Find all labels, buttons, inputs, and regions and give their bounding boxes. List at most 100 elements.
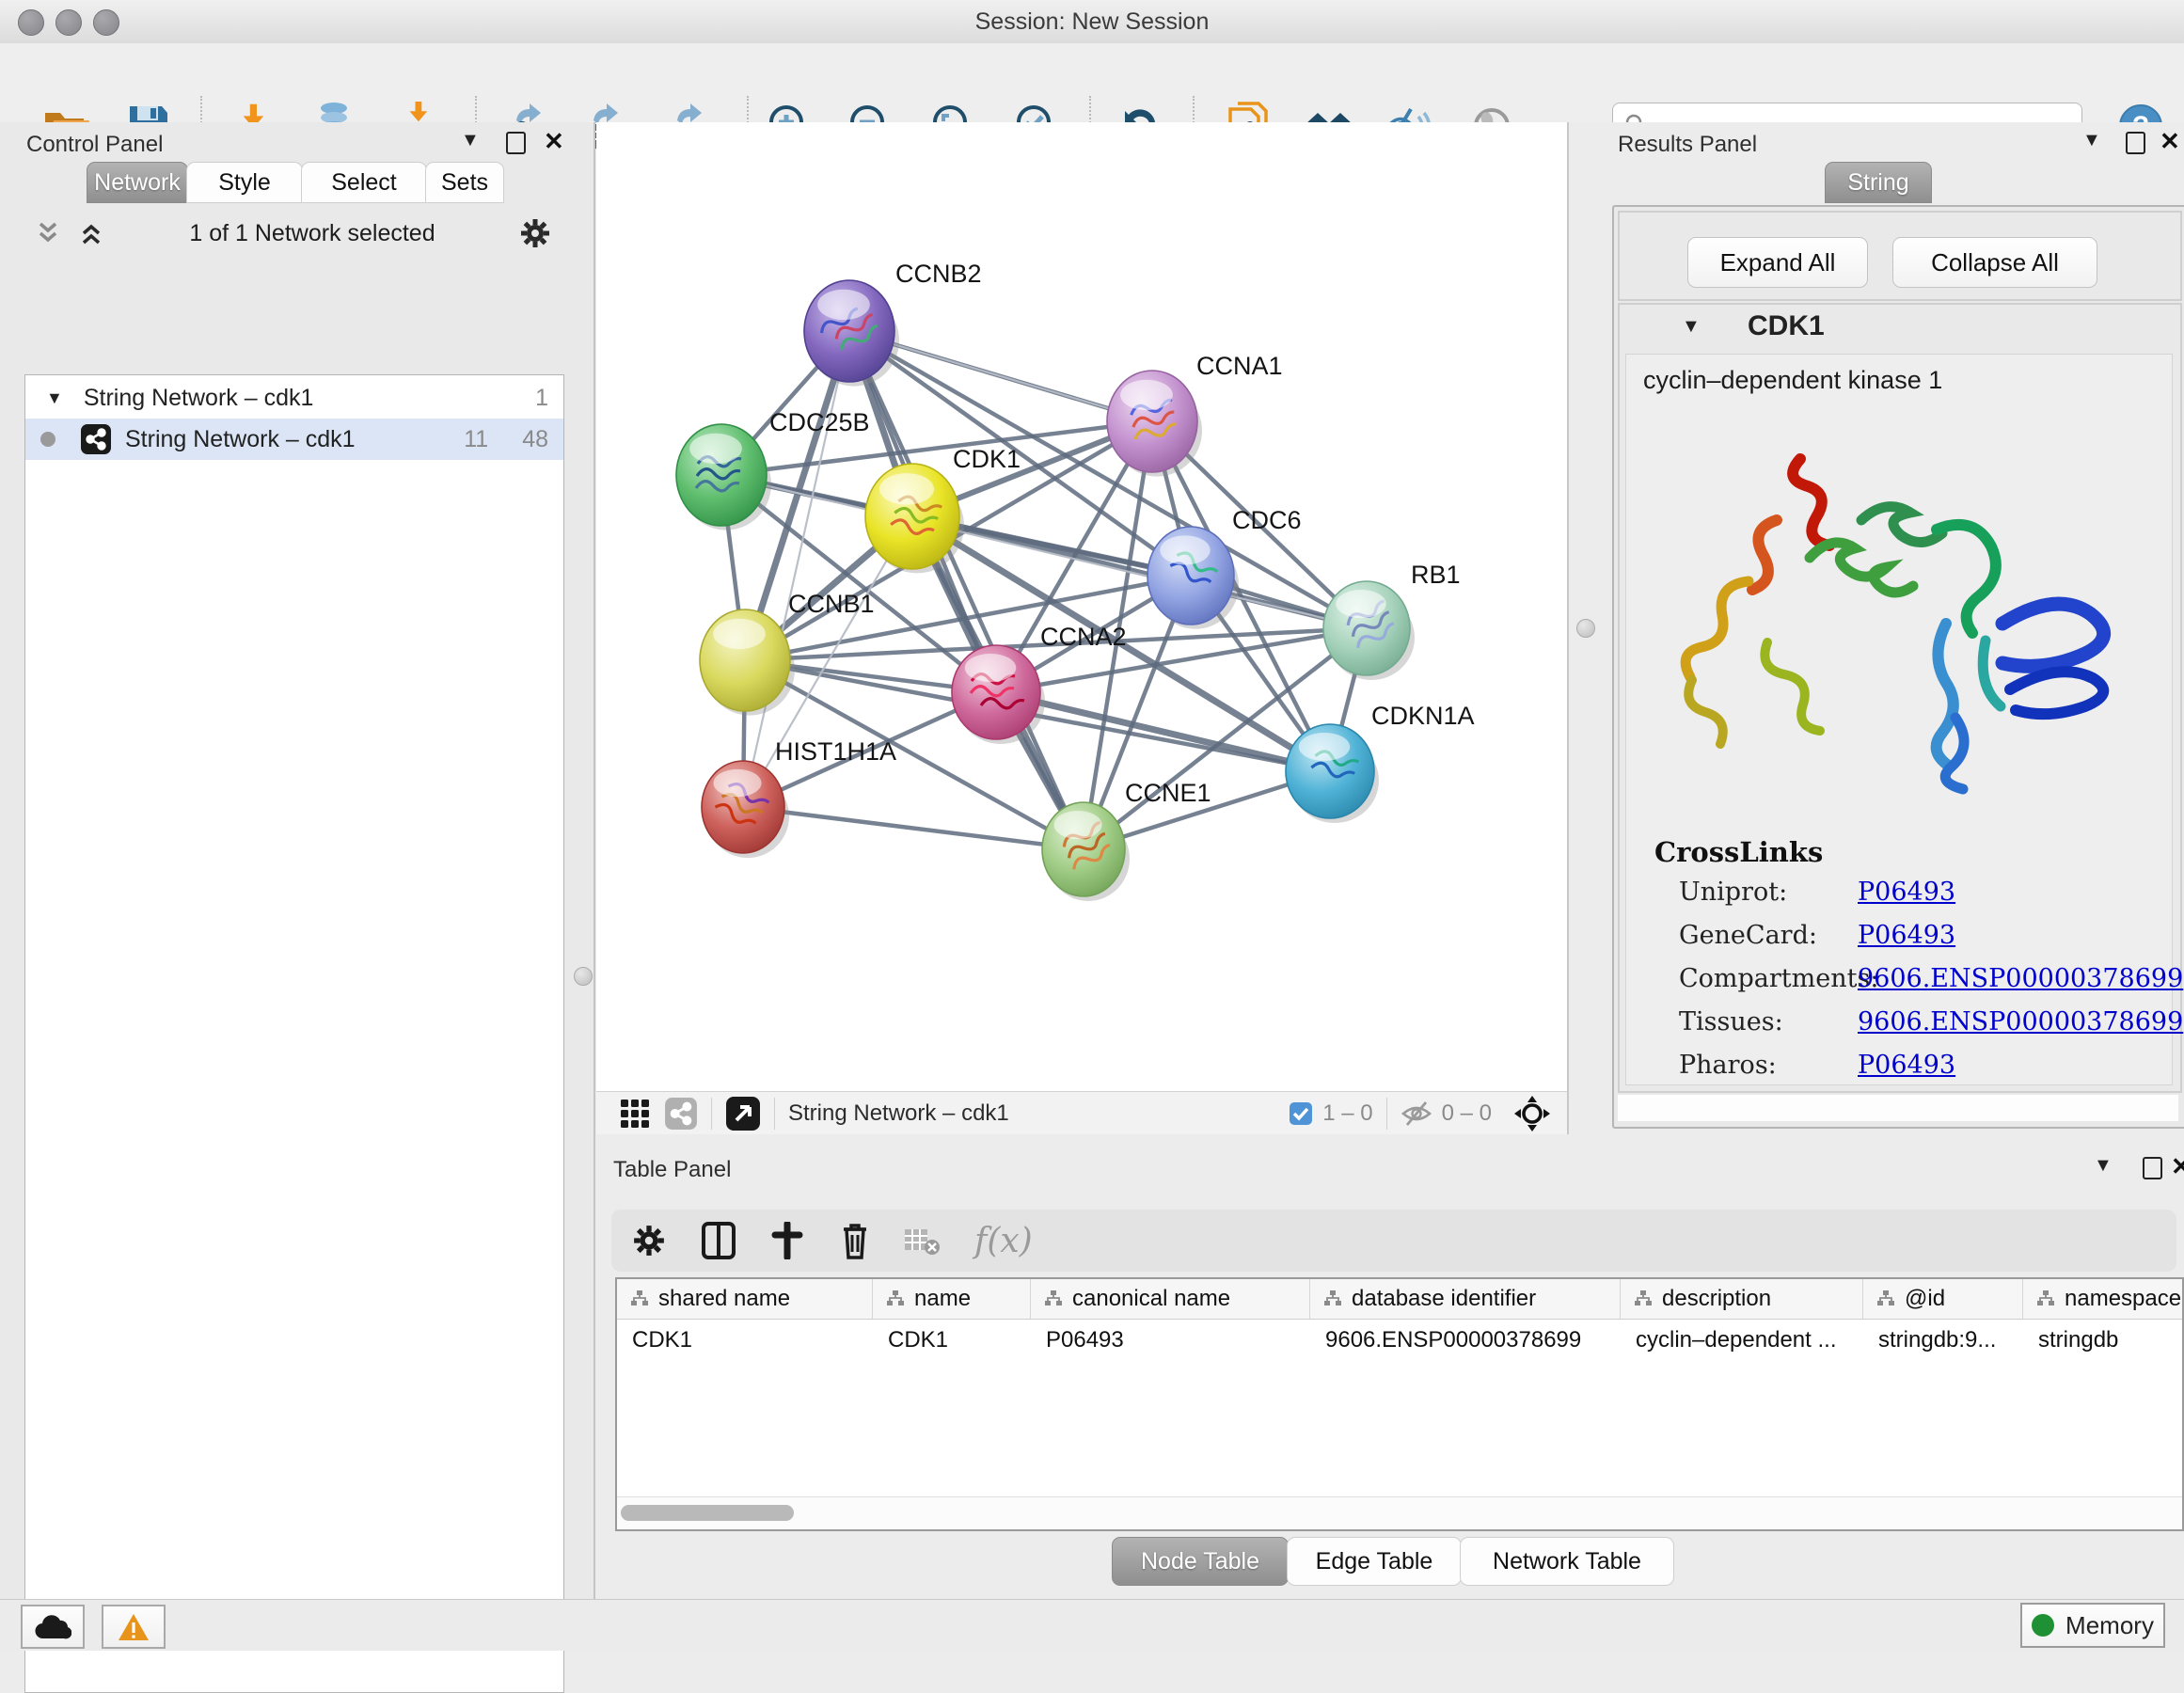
results-panel-close-button[interactable]: ✕: [2160, 132, 2180, 150]
table-cell[interactable]: CDK1: [617, 1320, 873, 1361]
left-splitter-handle[interactable]: [574, 967, 593, 986]
control-panel-float-button[interactable]: [506, 132, 526, 154]
warning-status-button[interactable]: [102, 1605, 166, 1649]
tab-network[interactable]: Network: [87, 162, 188, 203]
network-graph[interactable]: CCNB2CCNA1CDC25BCDK1CDC6RB1CCNB1CCNA2CDK…: [596, 122, 1567, 1091]
network-edge[interactable]: [743, 331, 849, 807]
table-panel: Table Panel ▼ ✕: [596, 1134, 2184, 1599]
cloud-status-button[interactable]: [21, 1605, 85, 1649]
table-panel-close-button[interactable]: ✕: [2171, 1157, 2184, 1176]
table-cell[interactable]: CDK1: [873, 1320, 1031, 1361]
network-view-canvas[interactable]: CCNB2CCNA1CDC25BCDK1CDC6RB1CCNB1CCNA2CDK…: [596, 122, 1567, 1091]
main-toolbar: ?: [0, 43, 2184, 123]
table-panel-menu-caret[interactable]: ▼: [2094, 1155, 2113, 1177]
column-header-shared-name[interactable]: shared name: [617, 1279, 873, 1319]
function-builder-button[interactable]: f(x): [974, 1222, 1033, 1260]
network-edge[interactable]: [849, 331, 1084, 849]
collection-count: 1: [535, 385, 548, 412]
network-label: String Network – cdk1: [125, 426, 356, 453]
column-type-icon: [1044, 1290, 1063, 1308]
collapse-all-button[interactable]: Collapse All: [1892, 237, 2097, 288]
network-collection-row[interactable]: ▼ String Network – cdk1 1: [25, 377, 563, 419]
add-column-icon[interactable]: [771, 1222, 803, 1259]
network-node-ccna1[interactable]: CCNA1: [1107, 352, 1283, 477]
node-label: HIST1H1A: [775, 737, 896, 766]
gear-icon[interactable]: [519, 217, 551, 249]
birdseye-crosshair-icon[interactable]: [1512, 1094, 1552, 1133]
tab-style[interactable]: Style: [186, 162, 303, 203]
results-panel-menu-caret[interactable]: ▼: [2082, 130, 2101, 151]
column-header-name[interactable]: name: [873, 1279, 1031, 1319]
network-node-cdkn1a[interactable]: CDKN1A: [1286, 702, 1475, 823]
crosslink-genecard-link[interactable]: P06493: [1858, 921, 1955, 950]
crosslink-compartments-link[interactable]: 9606.ENSP00000378699: [1858, 964, 2183, 993]
control-panel: Control Panel ▼ ✕ Network Style Select S…: [0, 122, 595, 1599]
table-cell[interactable]: 9606.ENSP00000378699: [1310, 1320, 1621, 1361]
crosslink-uniprot-link[interactable]: P06493: [1858, 878, 1955, 907]
collapse-all-icon[interactable]: [34, 220, 62, 246]
network-selection-summary: 1 of 1 Network selected: [105, 220, 519, 247]
right-splitter-handle[interactable]: [1576, 619, 1595, 638]
node-label: CCNA2: [1040, 623, 1127, 651]
column-header-canonical-name[interactable]: canonical name: [1031, 1279, 1310, 1319]
table-row[interactable]: CDK1CDK1P064939606.ENSP00000378699cyclin…: [617, 1320, 2182, 1361]
network-node-hist1h1a[interactable]: HIST1H1A: [702, 737, 896, 858]
network-node-ccne1[interactable]: CCNE1: [1042, 779, 1211, 901]
results-scroll-strip: [1618, 1095, 2178, 1121]
tab-select[interactable]: Select: [301, 162, 427, 203]
memory-button[interactable]: Memory: [2020, 1603, 2165, 1648]
toolbar-separator: [711, 1098, 712, 1130]
expand-all-button[interactable]: Expand All: [1687, 237, 1868, 288]
node-label: CDC25B: [769, 408, 870, 436]
node-count: 11: [464, 426, 488, 453]
edge-count: 48: [522, 426, 548, 453]
network-view-toolbar: String Network – cdk1 1 – 0 0 – 0: [596, 1091, 1567, 1135]
column-header--id[interactable]: @id: [1863, 1279, 2023, 1319]
tab-network-table[interactable]: Network Table: [1460, 1537, 1674, 1586]
table-cell[interactable]: cyclin–dependent ...: [1621, 1320, 1863, 1361]
node-label: CCNA1: [1196, 352, 1283, 380]
selected-checkbox-icon[interactable]: [1289, 1101, 1313, 1126]
results-panel-float-button[interactable]: [2126, 132, 2145, 154]
delete-column-icon[interactable]: [839, 1222, 871, 1259]
column-header-namespace[interactable]: namespace: [2023, 1279, 2184, 1319]
table-cell[interactable]: stringdb:9...: [1863, 1320, 2023, 1361]
crosslink-label: Compartments:: [1679, 964, 1878, 993]
table-panel-float-button[interactable]: [2143, 1157, 2162, 1179]
network-node-ccnb2[interactable]: CCNB2: [804, 260, 982, 387]
expand-all-icon[interactable]: [77, 220, 105, 246]
crosslinks-title: CrossLinks: [1654, 836, 1823, 868]
column-type-icon: [630, 1290, 649, 1308]
table-cell[interactable]: stringdb: [2023, 1320, 2184, 1361]
tab-edge-table[interactable]: Edge Table: [1287, 1537, 1462, 1586]
control-panel-close-button[interactable]: ✕: [544, 132, 564, 150]
tab-node-table[interactable]: Node Table: [1112, 1537, 1289, 1586]
tab-string[interactable]: String: [1825, 162, 1932, 203]
network-node-cdc6[interactable]: CDC6: [1147, 506, 1302, 629]
show-columns-icon[interactable]: [702, 1222, 736, 1259]
gene-description: cyclin–dependent kinase 1: [1643, 366, 1942, 395]
selected-node-edge-counts: 1 – 0: [1322, 1100, 1372, 1127]
grid-view-icon[interactable]: [619, 1098, 651, 1130]
column-type-icon: [2036, 1290, 2055, 1308]
detach-view-icon[interactable]: [725, 1096, 761, 1131]
column-header-description[interactable]: description: [1621, 1279, 1863, 1319]
network-node-cdk1[interactable]: CDK1: [865, 445, 1021, 573]
network-collection-label: String Network – cdk1: [84, 385, 314, 412]
tree-expand-caret[interactable]: ▼: [46, 388, 63, 408]
column-header-database-identifier[interactable]: database identifier: [1310, 1279, 1621, 1319]
network-view-share-icon[interactable]: [664, 1097, 698, 1131]
crosslink-pharos-link[interactable]: P06493: [1858, 1051, 1955, 1080]
network-edge[interactable]: [743, 807, 1084, 849]
protein-structure-image: [1636, 407, 2162, 812]
crosslink-tissues-link[interactable]: 9606.ENSP00000378699: [1858, 1007, 2183, 1036]
gene-section-caret[interactable]: ▼: [1682, 316, 1701, 338]
table-horizontal-scrollbar[interactable]: [617, 1496, 2182, 1529]
network-row-selected[interactable]: String Network – cdk1 11 48: [25, 419, 563, 460]
table-cell[interactable]: P06493: [1031, 1320, 1310, 1361]
network-node-rb1[interactable]: RB1: [1323, 561, 1461, 680]
scrollbar-thumb[interactable]: [621, 1505, 794, 1521]
gear-icon[interactable]: [632, 1224, 666, 1258]
tab-sets[interactable]: Sets: [425, 162, 504, 203]
control-panel-menu-caret[interactable]: ▼: [461, 130, 480, 151]
